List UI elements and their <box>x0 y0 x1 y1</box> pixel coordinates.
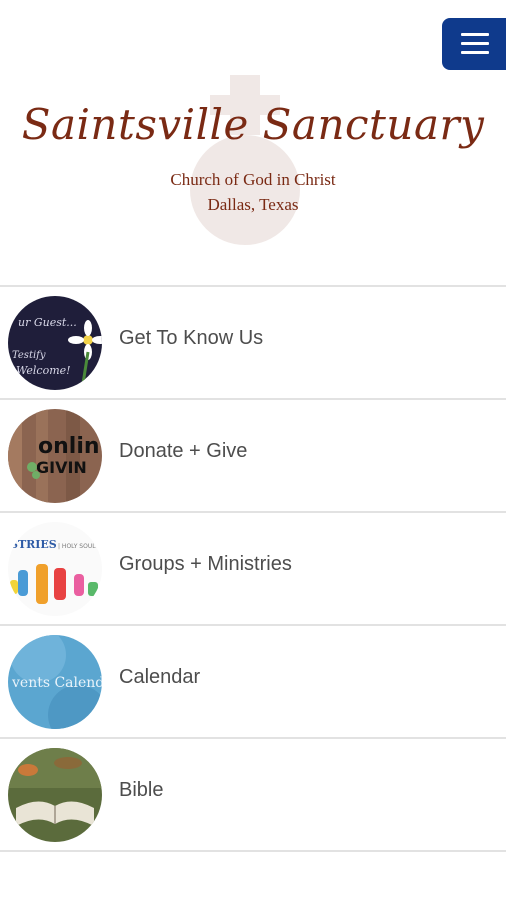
nav-item-label: Calendar <box>119 666 201 688</box>
site-header: Saintsville Sanctuary Church of God in C… <box>0 60 506 285</box>
ministries-thumbnail: STRIES | HOLY SOUL <box>8 522 102 616</box>
church-denomination: Church of God in Christ <box>170 170 336 189</box>
svg-text:ur Guest...: ur Guest... <box>18 316 77 329</box>
nav-item-groups-ministries[interactable]: STRIES | HOLY SOUL Groups + Ministries <box>0 511 506 624</box>
hamburger-line <box>461 42 489 45</box>
hamburger-menu-icon <box>461 33 489 36</box>
hamburger-line <box>461 51 489 54</box>
page-title: Saintsville Sanctuary <box>21 100 485 149</box>
church-logo-watermark <box>190 75 300 245</box>
nav-item-label: Donate + Give <box>119 440 248 462</box>
nav-item-label: Bible <box>119 779 164 801</box>
events-calendar-thumbnail: vents Calenda <box>8 635 102 729</box>
svg-text:GIVIN: GIVIN <box>36 458 87 477</box>
svg-text:onlin: onlin <box>38 434 100 459</box>
nav-item-bible[interactable]: Bible <box>0 737 506 852</box>
nav-item-donate-give[interactable]: onlin GIVIN Donate + Give <box>0 398 506 511</box>
online-giving-thumbnail: onlin GIVIN <box>8 409 102 503</box>
svg-text:Testify: Testify <box>12 350 46 361</box>
nav-item-get-to-know-us[interactable]: ur Guest... Testify Welcome! Get To Know… <box>0 285 506 398</box>
nav-item-label: Groups + Ministries <box>119 553 292 575</box>
main-nav-list: ur Guest... Testify Welcome! Get To Know… <box>0 285 506 852</box>
nav-item-label: Get To Know Us <box>119 327 264 349</box>
svg-text:Welcome!: Welcome! <box>16 364 71 377</box>
svg-text:STRIES: STRIES <box>10 538 57 551</box>
church-location: Dallas, Texas <box>207 195 299 214</box>
welcome-thumbnail: ur Guest... Testify Welcome! <box>8 296 102 390</box>
svg-text:vents Calenda: vents Calenda <box>11 675 102 691</box>
nav-item-calendar[interactable]: vents Calenda Calendar <box>0 624 506 737</box>
bible-thumbnail <box>8 748 102 842</box>
svg-text:| HOLY SOUL: | HOLY SOUL <box>58 543 96 550</box>
